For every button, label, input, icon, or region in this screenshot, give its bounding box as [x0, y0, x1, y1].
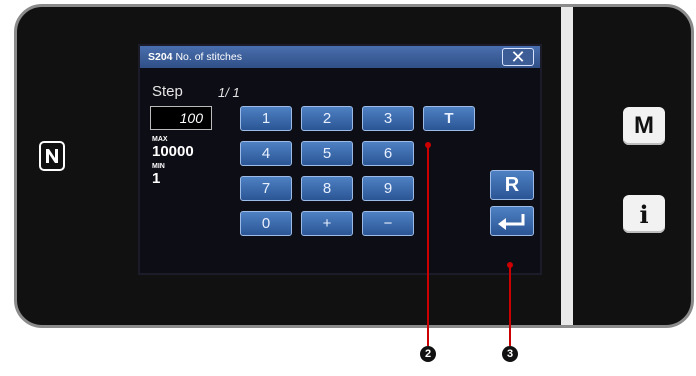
- max-label: MAX: [152, 136, 168, 143]
- enter-icon: [498, 214, 525, 230]
- enter-button[interactable]: [490, 206, 534, 236]
- key-0[interactable]: 0: [240, 211, 292, 236]
- close-button[interactable]: ✕: [502, 48, 534, 66]
- key-plus[interactable]: +: [301, 211, 353, 236]
- step-label: Step: [152, 83, 183, 100]
- key-2[interactable]: 2: [301, 106, 353, 131]
- stitch-count-field[interactable]: 100: [150, 106, 212, 130]
- max-value: 10000: [152, 143, 194, 160]
- key-4[interactable]: 4: [240, 141, 292, 166]
- menu-button[interactable]: M: [623, 107, 665, 145]
- callout-3-badge: 3: [502, 346, 518, 362]
- reset-button[interactable]: R: [490, 170, 534, 200]
- touch-screen: S204 No. of stitches ✕ Step 1/ 1 100 MAX…: [138, 44, 542, 275]
- key-teaching[interactable]: T: [423, 106, 475, 131]
- right-bezel: M i: [573, 7, 694, 325]
- bezel-divider: [561, 7, 573, 325]
- callout-3-line: [509, 266, 511, 346]
- key-6[interactable]: 6: [362, 141, 414, 166]
- key-1[interactable]: 1: [240, 106, 292, 131]
- info-button[interactable]: i: [623, 195, 665, 233]
- dialog-code: S204: [148, 51, 173, 63]
- nfc-icon: [39, 141, 65, 171]
- callout-2-line: [427, 146, 429, 346]
- dialog-title: S204 No. of stitches: [148, 51, 242, 63]
- key-minus[interactable]: −: [362, 211, 414, 236]
- key-8[interactable]: 8: [301, 176, 353, 201]
- sewing-panel-device: S204 No. of stitches ✕ Step 1/ 1 100 MAX…: [14, 4, 694, 328]
- key-7[interactable]: 7: [240, 176, 292, 201]
- min-value: 1: [152, 170, 161, 187]
- key-9[interactable]: 9: [362, 176, 414, 201]
- dialog-title-text: No. of stitches: [175, 51, 242, 63]
- left-bezel: [17, 7, 129, 325]
- close-icon: ✕: [510, 47, 526, 67]
- key-5[interactable]: 5: [301, 141, 353, 166]
- callout-2-badge: 2: [420, 346, 436, 362]
- key-3[interactable]: 3: [362, 106, 414, 131]
- min-label: MIN: [152, 163, 165, 170]
- dialog-titlebar: S204 No. of stitches ✕: [140, 46, 540, 68]
- step-value: 1/ 1: [218, 85, 240, 100]
